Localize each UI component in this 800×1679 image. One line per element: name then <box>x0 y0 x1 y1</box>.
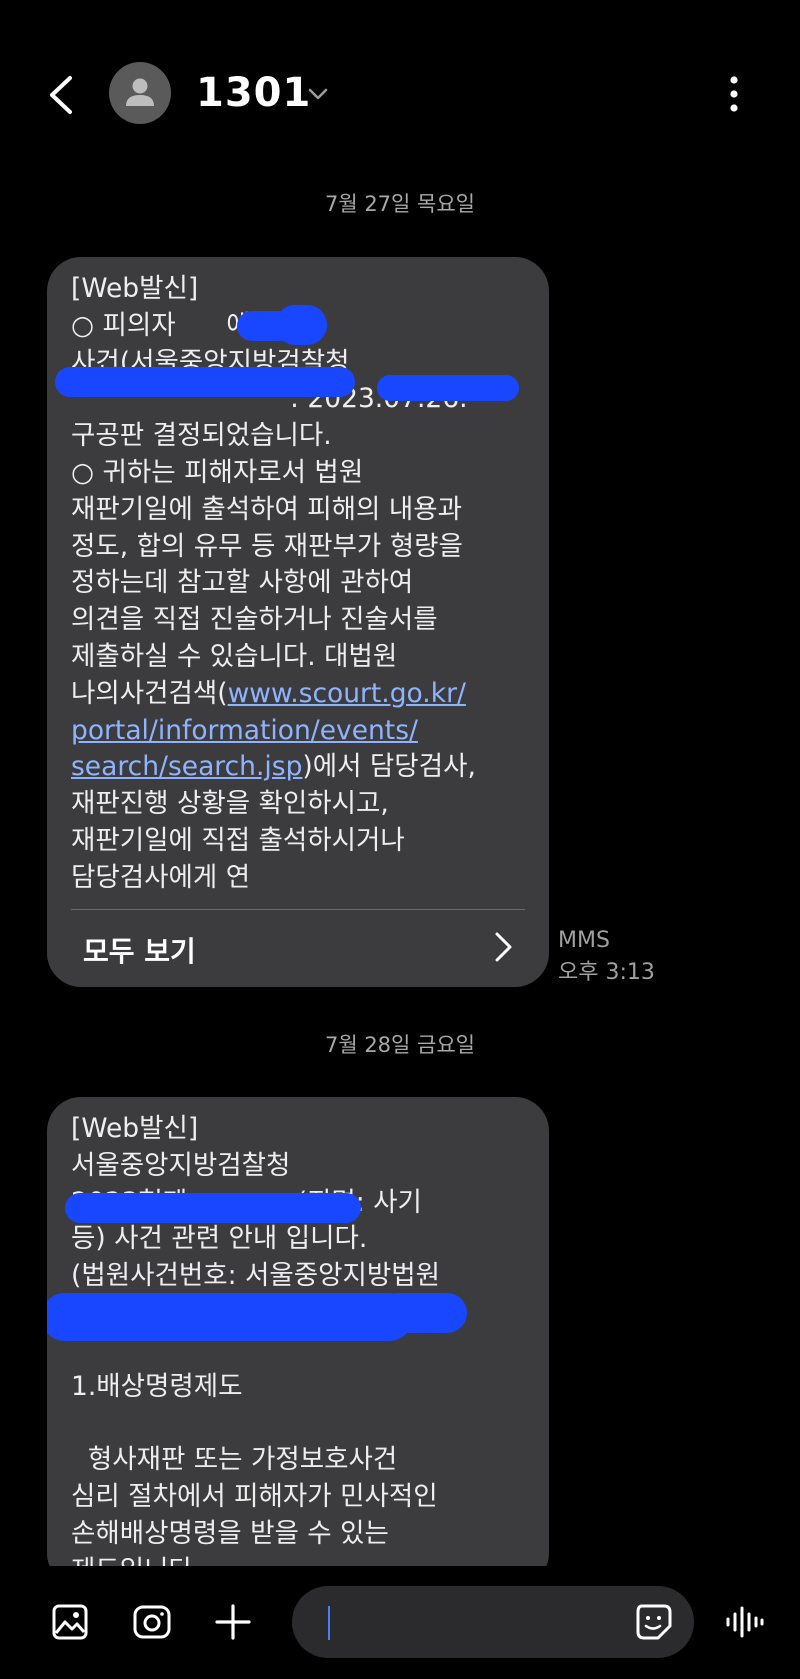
contact-name[interactable]: 1301 <box>196 68 311 118</box>
add-attachment-button[interactable] <box>211 1600 255 1644</box>
chevron-down-icon <box>308 88 328 100</box>
voice-wave-icon <box>726 1606 764 1638</box>
message-bubble[interactable]: [Web발신] ○ 피의자 에 대한 사건(서울중앙지방검찰청 : 2023.0… <box>47 257 549 987</box>
message-bubble[interactable]: [Web발신] 서울중앙지방검찰청 2023형제 (죄명: 사기 등) 사건 관… <box>47 1097 549 1587</box>
message-meta: MMS 오후 3:13 <box>558 925 655 989</box>
composer-bar <box>0 1566 800 1679</box>
plus-icon <box>215 1604 251 1640</box>
contact-avatar[interactable] <box>109 62 171 124</box>
more-vertical-icon <box>730 76 738 112</box>
message-text: [Web발신] 서울중앙지방검찰청 2023형제 (죄명: 사기 등) 사건 관… <box>71 1113 441 1586</box>
expand-contact-button[interactable] <box>304 80 332 108</box>
emoji-button[interactable] <box>634 1602 674 1642</box>
see-all-button[interactable]: 모두 보기 <box>71 910 525 984</box>
text-caret <box>328 1606 330 1640</box>
message-time: 오후 3:13 <box>558 960 655 985</box>
redaction-mark <box>65 1193 361 1223</box>
chevron-right-icon <box>495 932 512 962</box>
redaction-mark <box>47 1293 413 1341</box>
camera-button[interactable] <box>130 1600 174 1644</box>
redaction-mark <box>377 1293 467 1333</box>
redaction-mark <box>377 375 519 401</box>
message-type-label: MMS <box>558 928 610 953</box>
date-separator: 7월 27일 목요일 <box>324 192 476 216</box>
see-all-label: 모두 보기 <box>83 934 196 968</box>
redaction-mark <box>55 367 355 397</box>
sticker-emoji-icon <box>636 1604 672 1640</box>
date-separator: 7월 28일 금요일 <box>324 1033 476 1057</box>
person-icon <box>126 78 154 106</box>
gallery-icon <box>52 1604 88 1640</box>
voice-input-button[interactable] <box>722 1600 766 1644</box>
gallery-button[interactable] <box>48 1600 92 1644</box>
camera-icon <box>133 1605 171 1639</box>
conversation-header: 1301 <box>0 0 800 190</box>
message-input[interactable] <box>292 1586 694 1658</box>
message-text: [Web발신] ○ 피의자 에 대한 사건(서울중앙지방검찰청 : 2023.0… <box>71 273 476 893</box>
back-arrow-icon <box>50 76 72 114</box>
more-options-button[interactable] <box>718 72 750 116</box>
redaction-mark <box>275 305 327 345</box>
back-button[interactable] <box>40 70 84 120</box>
